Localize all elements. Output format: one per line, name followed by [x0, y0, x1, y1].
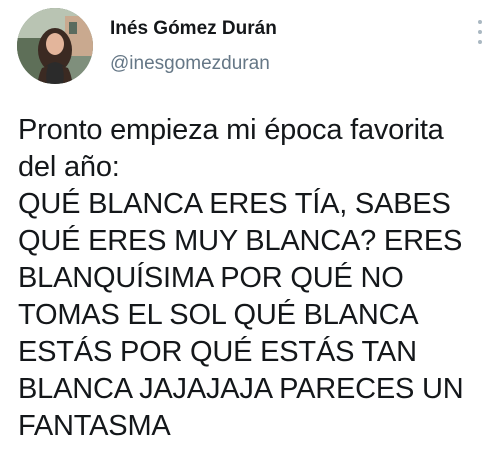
- dot: [478, 30, 482, 34]
- profile-photo-icon: [17, 8, 93, 84]
- avatar[interactable]: [17, 8, 93, 84]
- dot: [478, 40, 482, 44]
- vertical-ellipsis-icon[interactable]: [474, 20, 486, 44]
- author-display-name[interactable]: Inés Gómez Durán: [110, 18, 277, 40]
- dot: [478, 20, 482, 24]
- tweet-card: Inés Gómez Durán @inesgomezduran Pronto …: [0, 0, 500, 460]
- author-handle[interactable]: @inesgomezduran: [110, 53, 270, 75]
- tweet-text: Pronto empieza mi época favorita del año…: [18, 114, 464, 442]
